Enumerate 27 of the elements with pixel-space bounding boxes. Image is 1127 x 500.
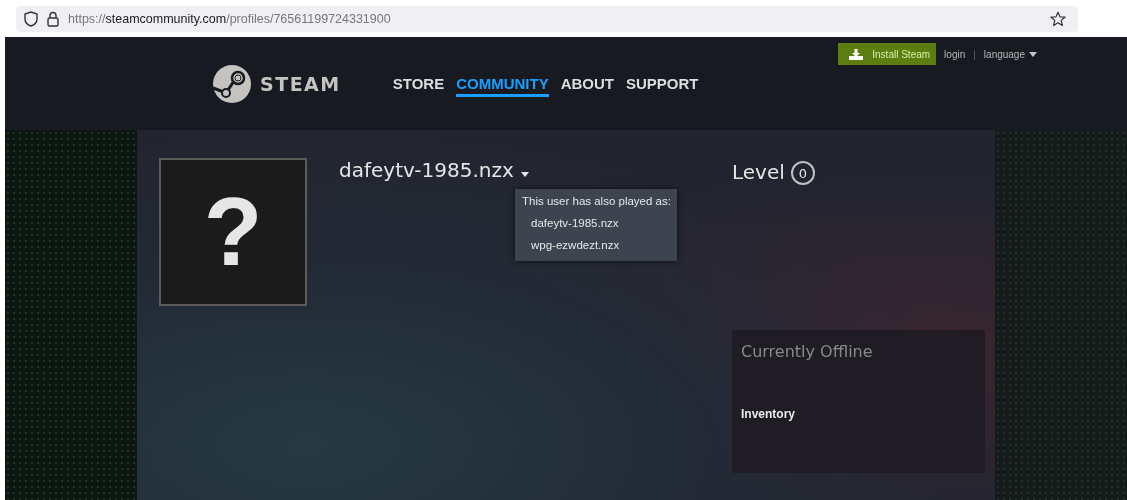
steam-logo-icon[interactable] bbox=[212, 64, 252, 104]
install-steam-button[interactable]: Install Steam bbox=[838, 43, 937, 65]
nav-tab[interactable]: COMMUNITY bbox=[456, 75, 549, 97]
star-icon[interactable] bbox=[1050, 10, 1066, 27]
level-badge: 0 bbox=[790, 161, 815, 185]
alias-name: wpg-ezwdezt.nzx bbox=[530, 239, 621, 251]
inventory-link[interactable]: Inventory bbox=[741, 407, 976, 421]
separator: | bbox=[973, 48, 976, 60]
address-bar[interactable]: https://steamcommunity.com/profiles/76561199724331900 bbox=[16, 5, 1078, 32]
shield-icon bbox=[24, 10, 38, 27]
logo-text[interactable]: STEAM bbox=[260, 73, 341, 95]
profile-name: dafeytv-1985.nzx bbox=[339, 158, 514, 182]
caret-icon[interactable] bbox=[520, 171, 529, 177]
popup-title: This user has also played as: bbox=[522, 195, 671, 207]
nav-tab[interactable]: SUPPORT bbox=[626, 75, 699, 97]
level-label: Level bbox=[732, 159, 785, 184]
nav-tab[interactable]: ABOUT bbox=[560, 75, 614, 97]
login-link[interactable]: login bbox=[944, 48, 966, 60]
status-text: Currently Offline bbox=[741, 342, 874, 361]
caret-icon bbox=[1029, 51, 1037, 57]
alias-name: dafeytv-1985.nzx bbox=[530, 217, 620, 229]
language-dropdown[interactable]: language bbox=[983, 48, 1037, 60]
question-mark: ? bbox=[203, 184, 263, 280]
lock-icon bbox=[47, 10, 59, 27]
url-text: https://steamcommunity.com/profiles/76561199724331900 bbox=[68, 11, 392, 26]
download-icon bbox=[848, 48, 865, 60]
nav-tab[interactable]: STORE bbox=[392, 75, 445, 97]
